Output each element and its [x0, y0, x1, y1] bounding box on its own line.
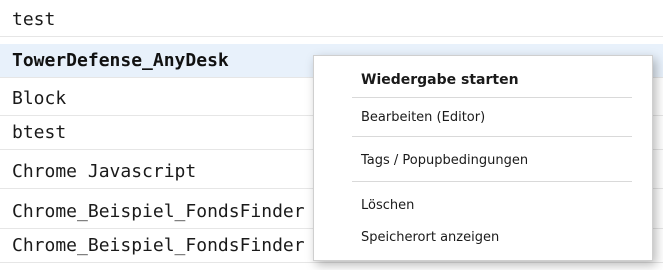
menu-separator — [352, 181, 632, 182]
list-item-label: Chrome Javascript — [12, 161, 197, 182]
list-item[interactable]: test — [0, 3, 663, 37]
edit-menu-item[interactable]: Bearbeiten (Editor) — [314, 104, 652, 132]
list-item-label: btest — [12, 122, 67, 143]
menu-separator — [352, 136, 632, 137]
list-item-label: Chrome_Beispiel_FondsFinder — [12, 235, 305, 256]
context-menu: Wiedergabe starten Bearbeiten (Editor) T… — [313, 55, 653, 261]
list-item-label: TowerDefense_AnyDesk — [12, 50, 229, 71]
list-item-label: Chrome_Beispiel_FondsFinder — [12, 201, 305, 222]
play-menu-item[interactable]: Wiedergabe starten — [314, 66, 652, 94]
menu-separator — [352, 97, 632, 98]
tags-menu-item[interactable]: Tags / Popupbedingungen — [314, 147, 652, 175]
delete-menu-item[interactable]: Löschen — [314, 192, 652, 220]
list-item-label: test — [12, 9, 56, 30]
app-window: test TowerDefense_AnyDesk Block btest Ch… — [0, 0, 663, 270]
list-item-label: Block — [12, 88, 67, 109]
show-location-menu-item[interactable]: Speicherort anzeigen — [314, 224, 652, 252]
